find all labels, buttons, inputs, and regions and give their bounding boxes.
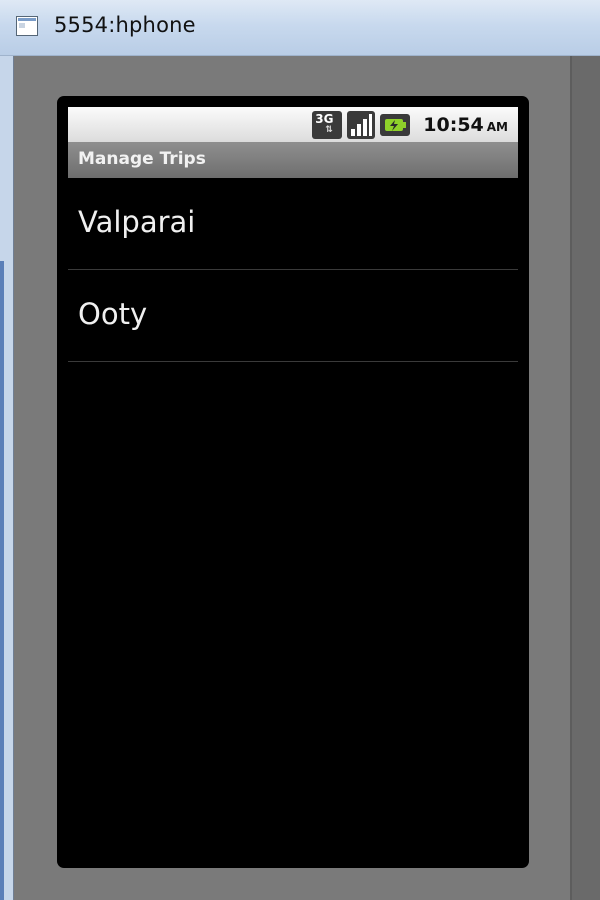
trip-label: Valparai — [78, 205, 196, 239]
emulator-right-panel — [570, 56, 600, 900]
signal-strength-icon — [347, 111, 376, 139]
3g-data-icon: 3G ⇅ — [312, 111, 343, 139]
status-clock: 10:54 AM — [423, 114, 508, 136]
battery-icon — [380, 114, 411, 136]
clock-time: 10:54 — [423, 114, 484, 136]
window-left-accent — [0, 261, 4, 900]
data-activity-arrows-icon: ⇅ — [325, 125, 333, 135]
list-item-trip[interactable]: Ooty — [68, 270, 518, 362]
status-icons: 3G ⇅ 10:54 AM — [312, 110, 508, 140]
network-type-label: 3G — [315, 112, 334, 126]
window-app-icon[interactable] — [16, 16, 38, 36]
trip-list: Valparai Ooty — [68, 178, 518, 362]
trip-label: Ooty — [78, 297, 148, 331]
app-title-bar: Manage Trips — [68, 142, 518, 178]
phone-screen: 3G ⇅ 10:54 AM Manage Trips Valparai Ooty — [68, 107, 518, 857]
window-left-border — [0, 56, 14, 900]
list-item-trip[interactable]: Valparai — [68, 178, 518, 270]
status-bar: 3G ⇅ 10:54 AM — [68, 107, 518, 142]
window-title-bar[interactable]: 5554:hphone — [0, 0, 600, 56]
window-title: 5554:hphone — [54, 13, 196, 37]
app-title: Manage Trips — [78, 149, 206, 169]
clock-ampm: AM — [486, 120, 508, 134]
